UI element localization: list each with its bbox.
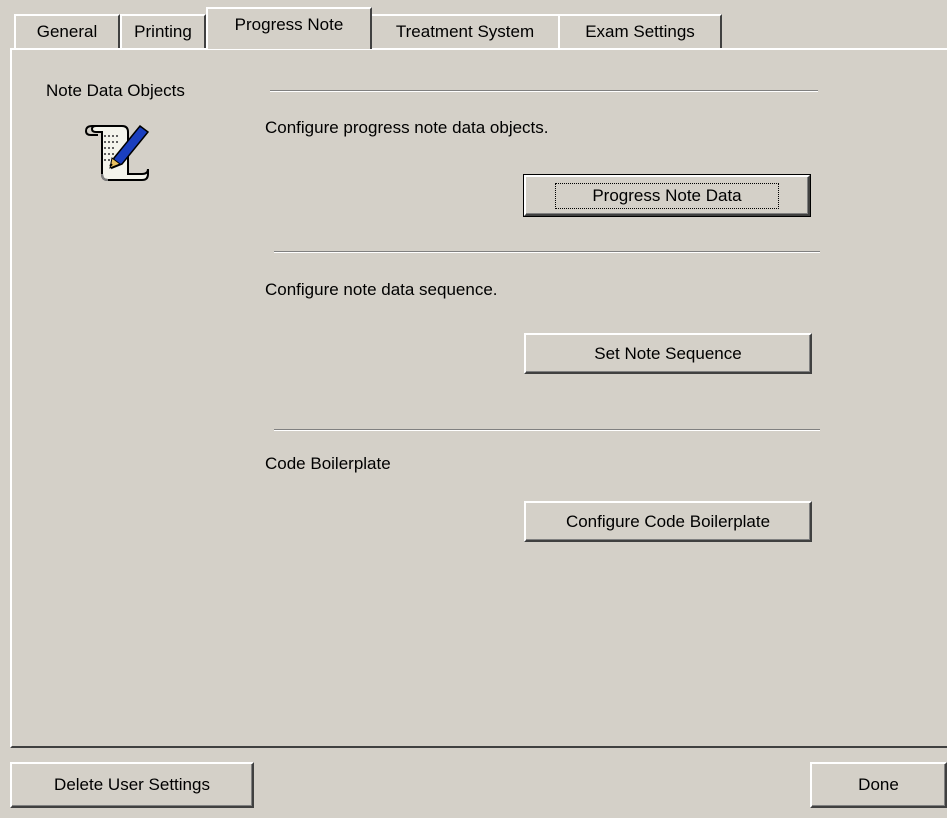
tab-treatment-system[interactable]: Treatment System xyxy=(370,14,560,48)
tab-page-progress-note xyxy=(10,48,947,748)
tab-progress-note[interactable]: Progress Note xyxy=(206,7,372,49)
delete-user-settings-button-label: Delete User Settings xyxy=(54,775,210,794)
tab-progress-note-label: Progress Note xyxy=(234,15,344,34)
tab-exam-settings-label: Exam Settings xyxy=(585,22,695,41)
done-button[interactable]: Done xyxy=(810,762,947,808)
delete-user-settings-button[interactable]: Delete User Settings xyxy=(10,762,254,808)
tab-treatment-system-label: Treatment System xyxy=(395,22,535,41)
done-button-label: Done xyxy=(858,775,899,794)
tab-general-label: General xyxy=(36,22,98,41)
tab-general[interactable]: General xyxy=(14,14,120,48)
tab-exam-settings[interactable]: Exam Settings xyxy=(558,14,722,48)
settings-dialog: General Printing Treatment System Exam S… xyxy=(0,0,947,818)
tab-printing[interactable]: Printing xyxy=(120,14,206,48)
tab-printing-label: Printing xyxy=(134,22,192,41)
